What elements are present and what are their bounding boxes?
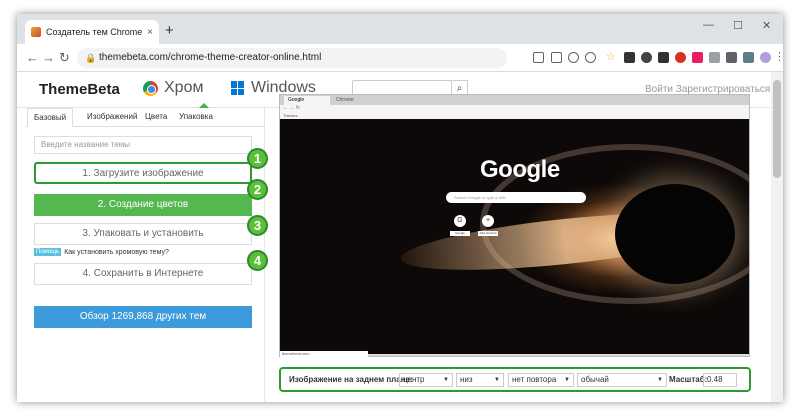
profile-avatar[interactable]: [760, 52, 771, 63]
position-h-value: центр: [403, 375, 425, 384]
scale-label: Масштаб:: [669, 375, 708, 384]
preview-search-box: Search Google or type a URL: [446, 192, 586, 203]
creator-panel: Базовый Изображений Цвета Упаковка Введи…: [25, 108, 268, 402]
upload-image-button[interactable]: 1. Загрузите изображение: [34, 162, 252, 184]
extensions-puzzle-icon[interactable]: [726, 52, 737, 63]
extension-icon[interactable]: [709, 52, 720, 63]
nav-chrome-label: Хром: [164, 79, 204, 96]
preview-shortcut-add: +: [482, 215, 494, 227]
position-v-select[interactable]: низ ▼: [456, 373, 504, 387]
maximize-button[interactable]: ☐: [733, 19, 743, 32]
extension-icon[interactable]: [624, 52, 635, 63]
pack-install-button[interactable]: 3. Упаковать и установить: [34, 223, 252, 245]
bookmark-star-icon[interactable]: ☆: [606, 52, 617, 63]
title-bar: Создатель тем Chrome - создат × + — ☐ ✕: [17, 14, 783, 44]
reading-list-icon[interactable]: [743, 52, 754, 63]
background-controls: Изображение на заднем плане: центр ▼ низ ▼…: [279, 367, 751, 392]
nav-chrome[interactable]: Хром: [143, 79, 203, 97]
browser-tab[interactable]: Создатель тем Chrome - создат ×: [25, 20, 159, 44]
save-online-button[interactable]: 4. Сохранить в Интернете: [34, 263, 252, 285]
reload-icon[interactable]: ↻: [59, 50, 70, 66]
chevron-down-icon: ▼: [564, 377, 570, 383]
minimize-button[interactable]: —: [703, 19, 714, 31]
browser-window: Создатель тем Chrome - создат × + — ☐ ✕ …: [17, 14, 783, 402]
tab-basic[interactable]: Базовый: [27, 108, 74, 127]
preview-tab-chrome: Chrome: [336, 97, 354, 103]
position-v-value: низ: [460, 375, 473, 384]
preview-google-logo: Google: [480, 156, 560, 183]
preview-nav-icon: ← → ↻: [283, 105, 300, 111]
preview-tab-google: Google: [284, 96, 330, 105]
preview-footer: themebeta.com: [280, 351, 368, 357]
step-number-1: 1: [247, 148, 268, 169]
tab-colors[interactable]: Цвета: [145, 112, 167, 121]
style-select[interactable]: обычай ▼: [577, 373, 667, 387]
new-tab-button[interactable]: +: [165, 22, 174, 39]
tab-images[interactable]: Изображений: [87, 112, 137, 121]
step-number-2: 2: [247, 179, 268, 200]
tab-package[interactable]: Упаковка: [179, 112, 213, 121]
zoom-icon[interactable]: [568, 52, 579, 63]
cast-icon[interactable]: [533, 52, 544, 63]
preview-tab-strip: Google Chrome: [280, 95, 749, 105]
tab-close-icon[interactable]: ×: [147, 27, 153, 38]
back-arrow-icon[interactable]: ←: [26, 50, 39, 65]
site-logo[interactable]: ThemeBeta: [39, 81, 120, 98]
repeat-value: нет повтора: [512, 375, 557, 384]
preview-shortcut-google: G: [454, 215, 466, 227]
extension-icon[interactable]: [658, 52, 669, 63]
help-link[interactable]: Помощь Как установить хромовую тему?: [34, 248, 169, 256]
step-number-3: 3: [247, 215, 268, 236]
preview-address-bar: ← → ↻: [280, 105, 749, 113]
close-window-button[interactable]: ✕: [762, 19, 771, 32]
page-scrollbar[interactable]: [771, 72, 783, 402]
url-field[interactable]: 🔒 themebeta.com/chrome-theme-creator-onl…: [77, 48, 507, 68]
extension-icon[interactable]: [641, 52, 652, 63]
repeat-select[interactable]: нет повтора ▼: [508, 373, 574, 387]
chevron-down-icon: ▼: [443, 377, 449, 383]
theme-name-input[interactable]: Введите название темы: [34, 136, 252, 154]
browse-themes-button[interactable]: Обзор 1269,868 других тем: [34, 306, 252, 328]
chevron-down-icon: ▼: [494, 377, 500, 383]
help-text: Как установить хромовую тему?: [64, 248, 169, 256]
background-label: Изображение на заднем плане:: [289, 375, 413, 384]
site-favicon-icon: [31, 27, 41, 37]
preview-shortcut-label: Add shortcut: [478, 231, 498, 236]
extension-icon[interactable]: [692, 52, 703, 63]
position-h-select[interactable]: центр ▼: [399, 373, 453, 387]
hide-icon[interactable]: [585, 52, 596, 63]
step-number-4: 4: [247, 250, 268, 271]
style-value: обычай: [581, 375, 609, 384]
install-icon[interactable]: [551, 52, 562, 63]
lock-icon: 🔒: [85, 53, 97, 63]
forward-arrow-icon[interactable]: →: [42, 50, 55, 65]
chrome-icon: [143, 80, 158, 96]
address-bar-row: ← → ↻ 🔒 themebeta.com/chrome-theme-creat…: [17, 44, 783, 72]
black-hole: [615, 184, 735, 284]
preview-background-image: Google Search Google or type a URL G + G…: [280, 119, 749, 354]
tab-title: Создатель тем Chrome - создат: [46, 27, 143, 37]
menu-dots-icon[interactable]: ⋮: [774, 52, 783, 63]
scrollbar-thumb[interactable]: [773, 80, 781, 178]
url-text: themebeta.com/chrome-theme-creator-onlin…: [99, 52, 322, 63]
scale-input[interactable]: 0.48: [703, 373, 737, 387]
generate-colors-button[interactable]: 2. Создание цветов: [34, 194, 252, 216]
panel-tabs: Базовый Изображений Цвета Упаковка: [25, 108, 265, 127]
preview-shortcut-label: Google: [450, 231, 470, 236]
chevron-down-icon: ▼: [657, 377, 663, 383]
help-badge: Помощь: [34, 248, 62, 256]
extension-icon[interactable]: [675, 52, 686, 63]
theme-preview: Google Chrome ← → ↻ Themes Google Search…: [279, 94, 750, 357]
windows-icon: [231, 81, 245, 95]
